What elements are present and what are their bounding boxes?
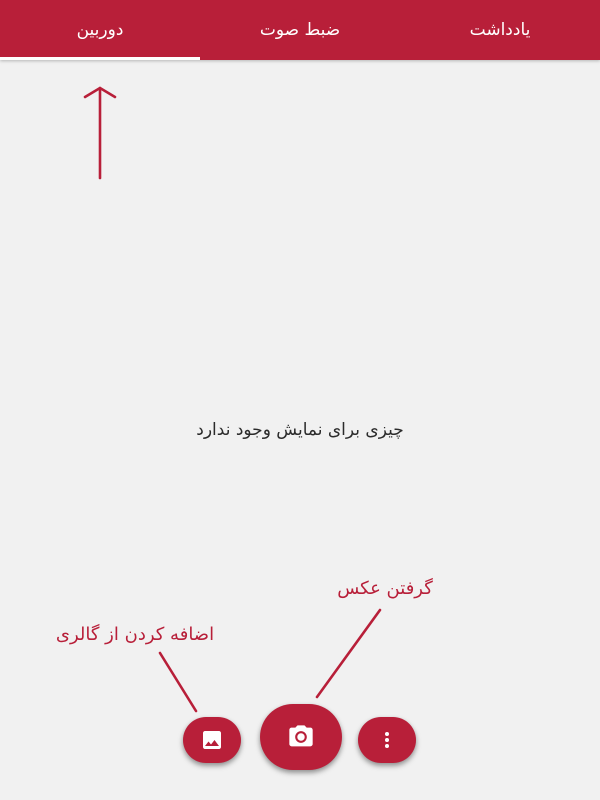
take-photo-pointer-line — [315, 608, 382, 699]
take-photo-hint: گرفتن عکس — [337, 578, 433, 599]
more-vertical-icon — [375, 728, 399, 752]
camera-icon — [287, 723, 315, 751]
tab-notes[interactable]: یادداشت — [400, 0, 600, 60]
take-photo-button[interactable] — [260, 704, 342, 770]
tab-notes-label: یادداشت — [469, 20, 531, 40]
tab-voice-recording[interactable]: ضبط صوت — [200, 0, 400, 60]
tab-camera[interactable]: دوربین — [0, 0, 200, 60]
empty-state-message: چیزی برای نمایش وجود ندارد — [196, 420, 404, 440]
tab-voice-recording-label: ضبط صوت — [259, 20, 341, 40]
gallery-pointer-line — [158, 651, 198, 713]
add-from-gallery-button[interactable] — [183, 717, 241, 763]
image-icon — [200, 728, 224, 752]
tab-camera-label: دوربین — [76, 20, 124, 40]
tab-bar: یادداشت ضبط صوت دوربین — [0, 0, 600, 60]
add-from-gallery-hint: اضافه کردن از گالری — [55, 624, 215, 645]
more-options-button[interactable] — [358, 717, 416, 763]
active-tab-indicator — [0, 57, 200, 60]
arrow-head-icon — [83, 86, 117, 99]
annotation-layer — [83, 86, 382, 713]
